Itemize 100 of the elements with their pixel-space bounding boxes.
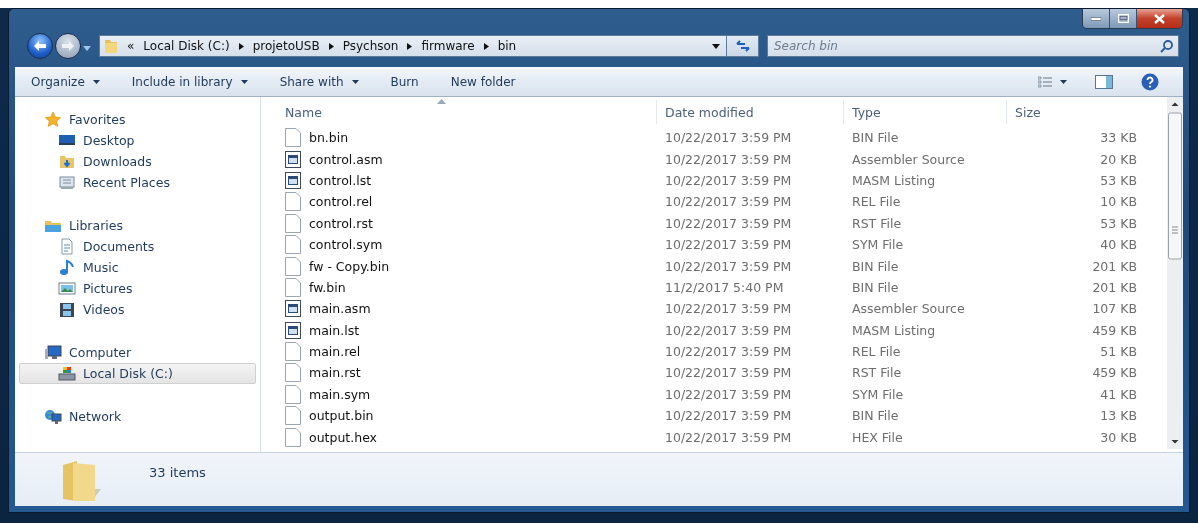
column-header[interactable]: Size: [1007, 100, 1147, 124]
column-header[interactable]: Date modified: [657, 100, 844, 124]
path-segment[interactable]: firmware: [421, 39, 475, 53]
script-file-icon[interactable]: [285, 321, 301, 339]
sidebar-group[interactable]: Computer: [19, 342, 256, 363]
caret-icon: [351, 79, 359, 84]
caret-icon: [92, 79, 100, 84]
date-cell-text: 10/22/2017 3:59 PM: [664, 237, 793, 253]
size-cell-text: 53 KB: [1099, 172, 1138, 188]
sidebar-item[interactable]: Recent Places: [19, 172, 256, 193]
column-header[interactable]: Type: [844, 100, 1007, 124]
overflow-marker[interactable]: «: [127, 39, 135, 53]
type-cell-text: Assembler Source: [851, 301, 966, 317]
date-cell-text: 10/22/2017 3:59 PM: [664, 151, 793, 167]
size-cell-text: 10 KB: [1099, 194, 1138, 210]
size-cell-text: 30 KB: [1099, 429, 1138, 445]
folder-arrow-icon: [58, 153, 76, 170]
file-name[interactable]: control.asm: [309, 151, 383, 167]
column-header[interactable]: Name: [277, 100, 657, 124]
close-icon: [1154, 13, 1165, 24]
script-file-icon[interactable]: [285, 300, 301, 318]
file-name[interactable]: output.hex: [309, 429, 377, 445]
type-cell-text: Assembler Source: [851, 151, 966, 167]
chevron-icon: [407, 42, 413, 50]
path-segment[interactable]: Psychson: [342, 39, 399, 53]
address-bar[interactable]: « Local Disk (C:) projetoUSB Psychson firmware bin: [99, 35, 727, 57]
recent-places-icon: [58, 174, 76, 191]
file-name[interactable]: fw - Copy.bin: [309, 258, 390, 274]
type-cell-text: BIN File: [851, 279, 900, 295]
sidebar-item[interactable]: Local Disk (C:): [19, 363, 256, 384]
refresh-button[interactable]: [727, 35, 759, 57]
date-cell-text: 10/22/2017 3:59 PM: [664, 258, 793, 274]
script-file-icon[interactable]: [285, 171, 301, 189]
help-icon: [1141, 72, 1159, 91]
path-segment[interactable]: bin: [497, 39, 517, 53]
file-name[interactable]: main.sym: [309, 386, 371, 402]
file-name[interactable]: bn.bin: [309, 130, 349, 146]
sidebar-group[interactable]: Favorites: [19, 109, 256, 130]
chevron-icon: [483, 42, 489, 50]
type-cell-text: BIN File: [851, 408, 900, 424]
file-name[interactable]: output.bin: [309, 408, 374, 424]
type-cell-text: RST File: [851, 215, 903, 231]
sidebar-item[interactable]: Documents: [19, 236, 256, 257]
sidebar-item[interactable]: Desktop: [19, 130, 256, 151]
caret-icon: [1060, 79, 1067, 84]
toolbar-button[interactable]: New folder: [442, 70, 524, 93]
file-name[interactable]: main.asm: [309, 301, 371, 317]
file-name[interactable]: main.lst: [309, 322, 360, 338]
date-cell-text: 10/22/2017 3:59 PM: [664, 194, 793, 210]
file-name[interactable]: control.rel: [309, 194, 373, 210]
date-cell-text: 10/22/2017 3:59 PM: [664, 130, 793, 146]
forward-button[interactable]: [55, 33, 81, 59]
sidebar-item[interactable]: Pictures: [19, 278, 256, 299]
dropdown-icon: [712, 43, 720, 49]
file-name[interactable]: control.lst: [309, 172, 372, 188]
music-note-icon: [58, 259, 76, 276]
file-name[interactable]: main.rst: [309, 365, 361, 381]
sidebar-group[interactable]: Libraries: [19, 215, 256, 236]
file-name[interactable]: main.rel: [309, 344, 361, 360]
file-name[interactable]: fw.bin: [309, 279, 346, 295]
toolbar-button[interactable]: Organize: [23, 70, 108, 93]
date-cell-text: 10/22/2017 3:59 PM: [664, 365, 793, 381]
file-name[interactable]: control.rst: [309, 215, 373, 231]
minimize-button[interactable]: [1083, 9, 1110, 28]
size-cell-text: 41 KB: [1099, 386, 1138, 402]
date-cell-text: 10/22/2017 3:59 PM: [664, 322, 793, 338]
type-cell-text: BIN File: [851, 258, 900, 274]
sidebar-item[interactable]: Music: [19, 257, 256, 278]
path-segment[interactable]: projetoUSB: [252, 39, 320, 53]
maximize-button[interactable]: [1110, 9, 1137, 28]
toolbar-button[interactable]: Share with: [271, 70, 367, 93]
sidebar-item[interactable]: Downloads: [19, 151, 256, 172]
date-cell-text: 11/2/2017 5:40 PM: [664, 279, 785, 295]
chevron-icon: [238, 42, 244, 50]
size-cell-text: 13 KB: [1099, 408, 1138, 424]
sidebar-item[interactable]: Videos: [19, 299, 256, 320]
sidebar-group[interactable]: Network: [19, 406, 256, 427]
type-cell-text: HEX File: [851, 429, 904, 445]
script-file-icon[interactable]: [285, 150, 301, 168]
toolbar-button[interactable]: Burn: [382, 70, 427, 93]
size-cell-text: 33 KB: [1099, 130, 1138, 146]
close-button[interactable]: [1137, 9, 1182, 28]
size-cell-text: 53 KB: [1099, 215, 1138, 231]
date-cell-text: 10/22/2017 3:59 PM: [664, 215, 793, 231]
date-cell-text: 10/22/2017 3:59 PM: [664, 386, 793, 402]
history-dropdown-button[interactable]: [81, 45, 93, 51]
type-cell-text: RST File: [851, 365, 903, 381]
size-cell-text: 201 KB: [1091, 258, 1138, 274]
caret-icon: [240, 79, 248, 84]
type-cell-text: BIN File: [851, 130, 900, 146]
type-cell-text: SYM File: [851, 237, 905, 253]
toolbar-button[interactable]: Include in library: [123, 70, 256, 93]
search-field[interactable]: Search bin: [767, 35, 1179, 57]
path-segment[interactable]: Local Disk (C:): [143, 39, 230, 53]
item-count: 33 items: [149, 465, 206, 480]
back-button[interactable]: [27, 33, 53, 59]
size-cell-text: 20 KB: [1099, 151, 1138, 167]
scrollbar[interactable]: [1167, 97, 1183, 449]
refresh-icon: [734, 40, 751, 52]
file-name[interactable]: control.sym: [309, 237, 383, 253]
